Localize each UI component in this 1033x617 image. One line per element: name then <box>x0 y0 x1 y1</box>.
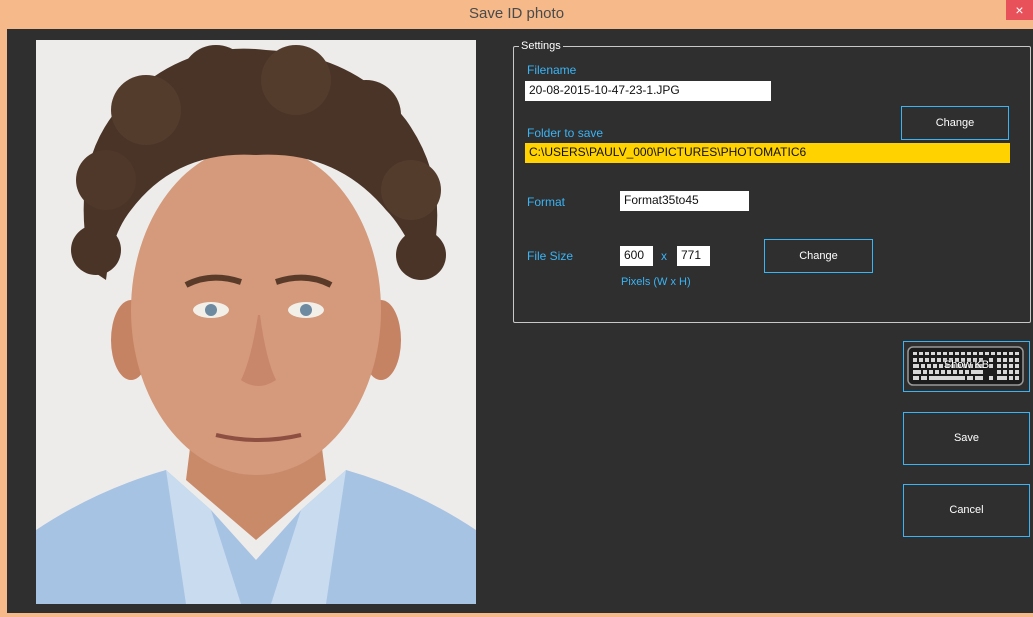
format-label: Format <box>527 195 566 209</box>
filesize-label: File Size <box>527 249 574 263</box>
id-photo <box>36 40 476 604</box>
format-field[interactable]: Format35to45 <box>620 191 749 211</box>
height-field[interactable]: 771 <box>677 246 710 266</box>
filename-label: Filename <box>527 63 577 77</box>
change-size-button[interactable]: Change <box>764 239 873 273</box>
window-title: Save ID photo <box>468 5 565 22</box>
width-field[interactable]: 600 <box>620 246 653 266</box>
show-keyboard-label: Show KB <box>943 359 990 371</box>
close-icon[interactable]: × <box>1006 0 1033 20</box>
filename-field[interactable]: 20-08-2015-10-47-23-1.JPG <box>525 81 771 101</box>
change-folder-button[interactable]: Change <box>901 106 1009 140</box>
portrait-image <box>36 40 476 604</box>
save-button[interactable]: Save <box>903 412 1030 465</box>
folder-field[interactable]: C:\USERS\PAULV_000\PICTURES\PHOTOMATIC6 <box>525 143 1010 163</box>
title-bar: Save ID photo × <box>0 0 1033 29</box>
cancel-button[interactable]: Cancel <box>903 484 1030 537</box>
show-keyboard-button[interactable]: Show KB <box>903 341 1030 392</box>
pixels-label: Pixels (W x H) <box>621 276 691 288</box>
settings-legend: Settings <box>519 40 563 52</box>
folder-label: Folder to save <box>527 126 604 140</box>
by-label: x <box>661 249 667 263</box>
